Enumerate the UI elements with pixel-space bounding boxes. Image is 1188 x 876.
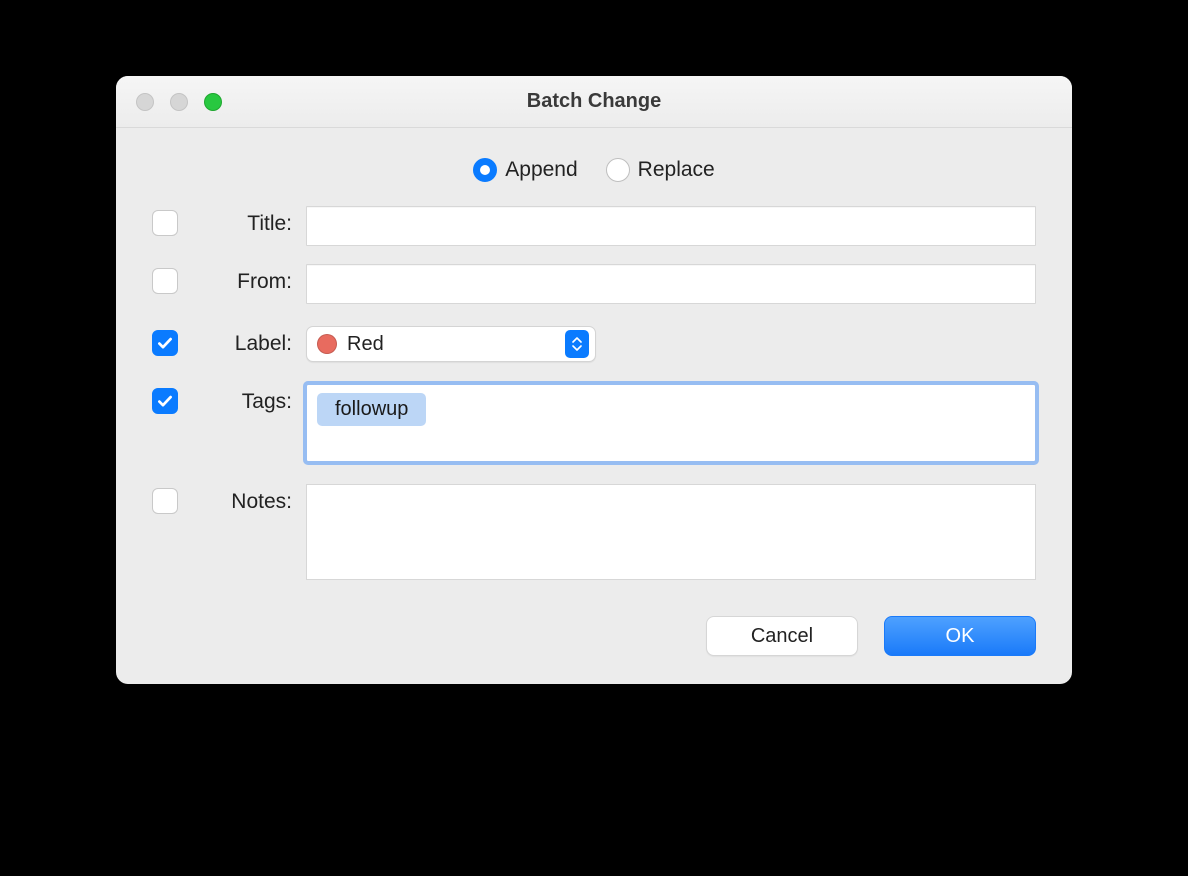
- label-label: Label:: [198, 326, 306, 356]
- checkbox-from[interactable]: [152, 268, 178, 294]
- checkmark-icon: [156, 334, 174, 352]
- tags-input[interactable]: followup: [306, 384, 1036, 462]
- cancel-button-label: Cancel: [751, 625, 813, 648]
- label-from: From:: [198, 264, 306, 294]
- select-stepper-icon: [565, 330, 589, 358]
- label-notes: Notes:: [198, 484, 306, 514]
- label-select-value: Red: [347, 333, 555, 356]
- tag-pill[interactable]: followup: [317, 393, 426, 426]
- ok-button[interactable]: OK: [884, 616, 1036, 656]
- mode-radio-group: Append Replace: [152, 158, 1036, 182]
- titlebar: Batch Change: [116, 76, 1072, 128]
- dialog-window: Batch Change Append Replace Title: From:: [116, 76, 1072, 684]
- row-label: Label: Red: [152, 326, 1036, 362]
- label-select[interactable]: Red: [306, 326, 596, 362]
- window-title: Batch Change: [527, 90, 661, 113]
- radio-append[interactable]: Append: [473, 158, 577, 182]
- label-tags: Tags:: [198, 384, 306, 414]
- radio-append-label: Append: [505, 158, 577, 182]
- radio-checked-icon: [473, 158, 497, 182]
- dialog-content: Append Replace Title: From: Label:: [116, 128, 1072, 684]
- row-from: From:: [152, 264, 1036, 304]
- checkbox-title[interactable]: [152, 210, 178, 236]
- row-title: Title:: [152, 206, 1036, 246]
- row-notes: Notes:: [152, 484, 1036, 580]
- traffic-lights: [136, 93, 222, 111]
- title-input[interactable]: [306, 206, 1036, 246]
- close-icon[interactable]: [136, 93, 154, 111]
- checkbox-label[interactable]: [152, 330, 178, 356]
- zoom-icon[interactable]: [204, 93, 222, 111]
- color-dot-icon: [317, 334, 337, 354]
- radio-replace[interactable]: Replace: [606, 158, 715, 182]
- radio-unchecked-icon: [606, 158, 630, 182]
- radio-replace-label: Replace: [638, 158, 715, 182]
- notes-input[interactable]: [306, 484, 1036, 580]
- button-row: Cancel OK: [152, 616, 1036, 656]
- minimize-icon[interactable]: [170, 93, 188, 111]
- label-title: Title:: [198, 206, 306, 236]
- checkmark-icon: [156, 392, 174, 410]
- cancel-button[interactable]: Cancel: [706, 616, 858, 656]
- from-input[interactable]: [306, 264, 1036, 304]
- ok-button-label: OK: [946, 625, 975, 648]
- row-tags: Tags: followup: [152, 384, 1036, 462]
- checkbox-notes[interactable]: [152, 488, 178, 514]
- checkbox-tags[interactable]: [152, 388, 178, 414]
